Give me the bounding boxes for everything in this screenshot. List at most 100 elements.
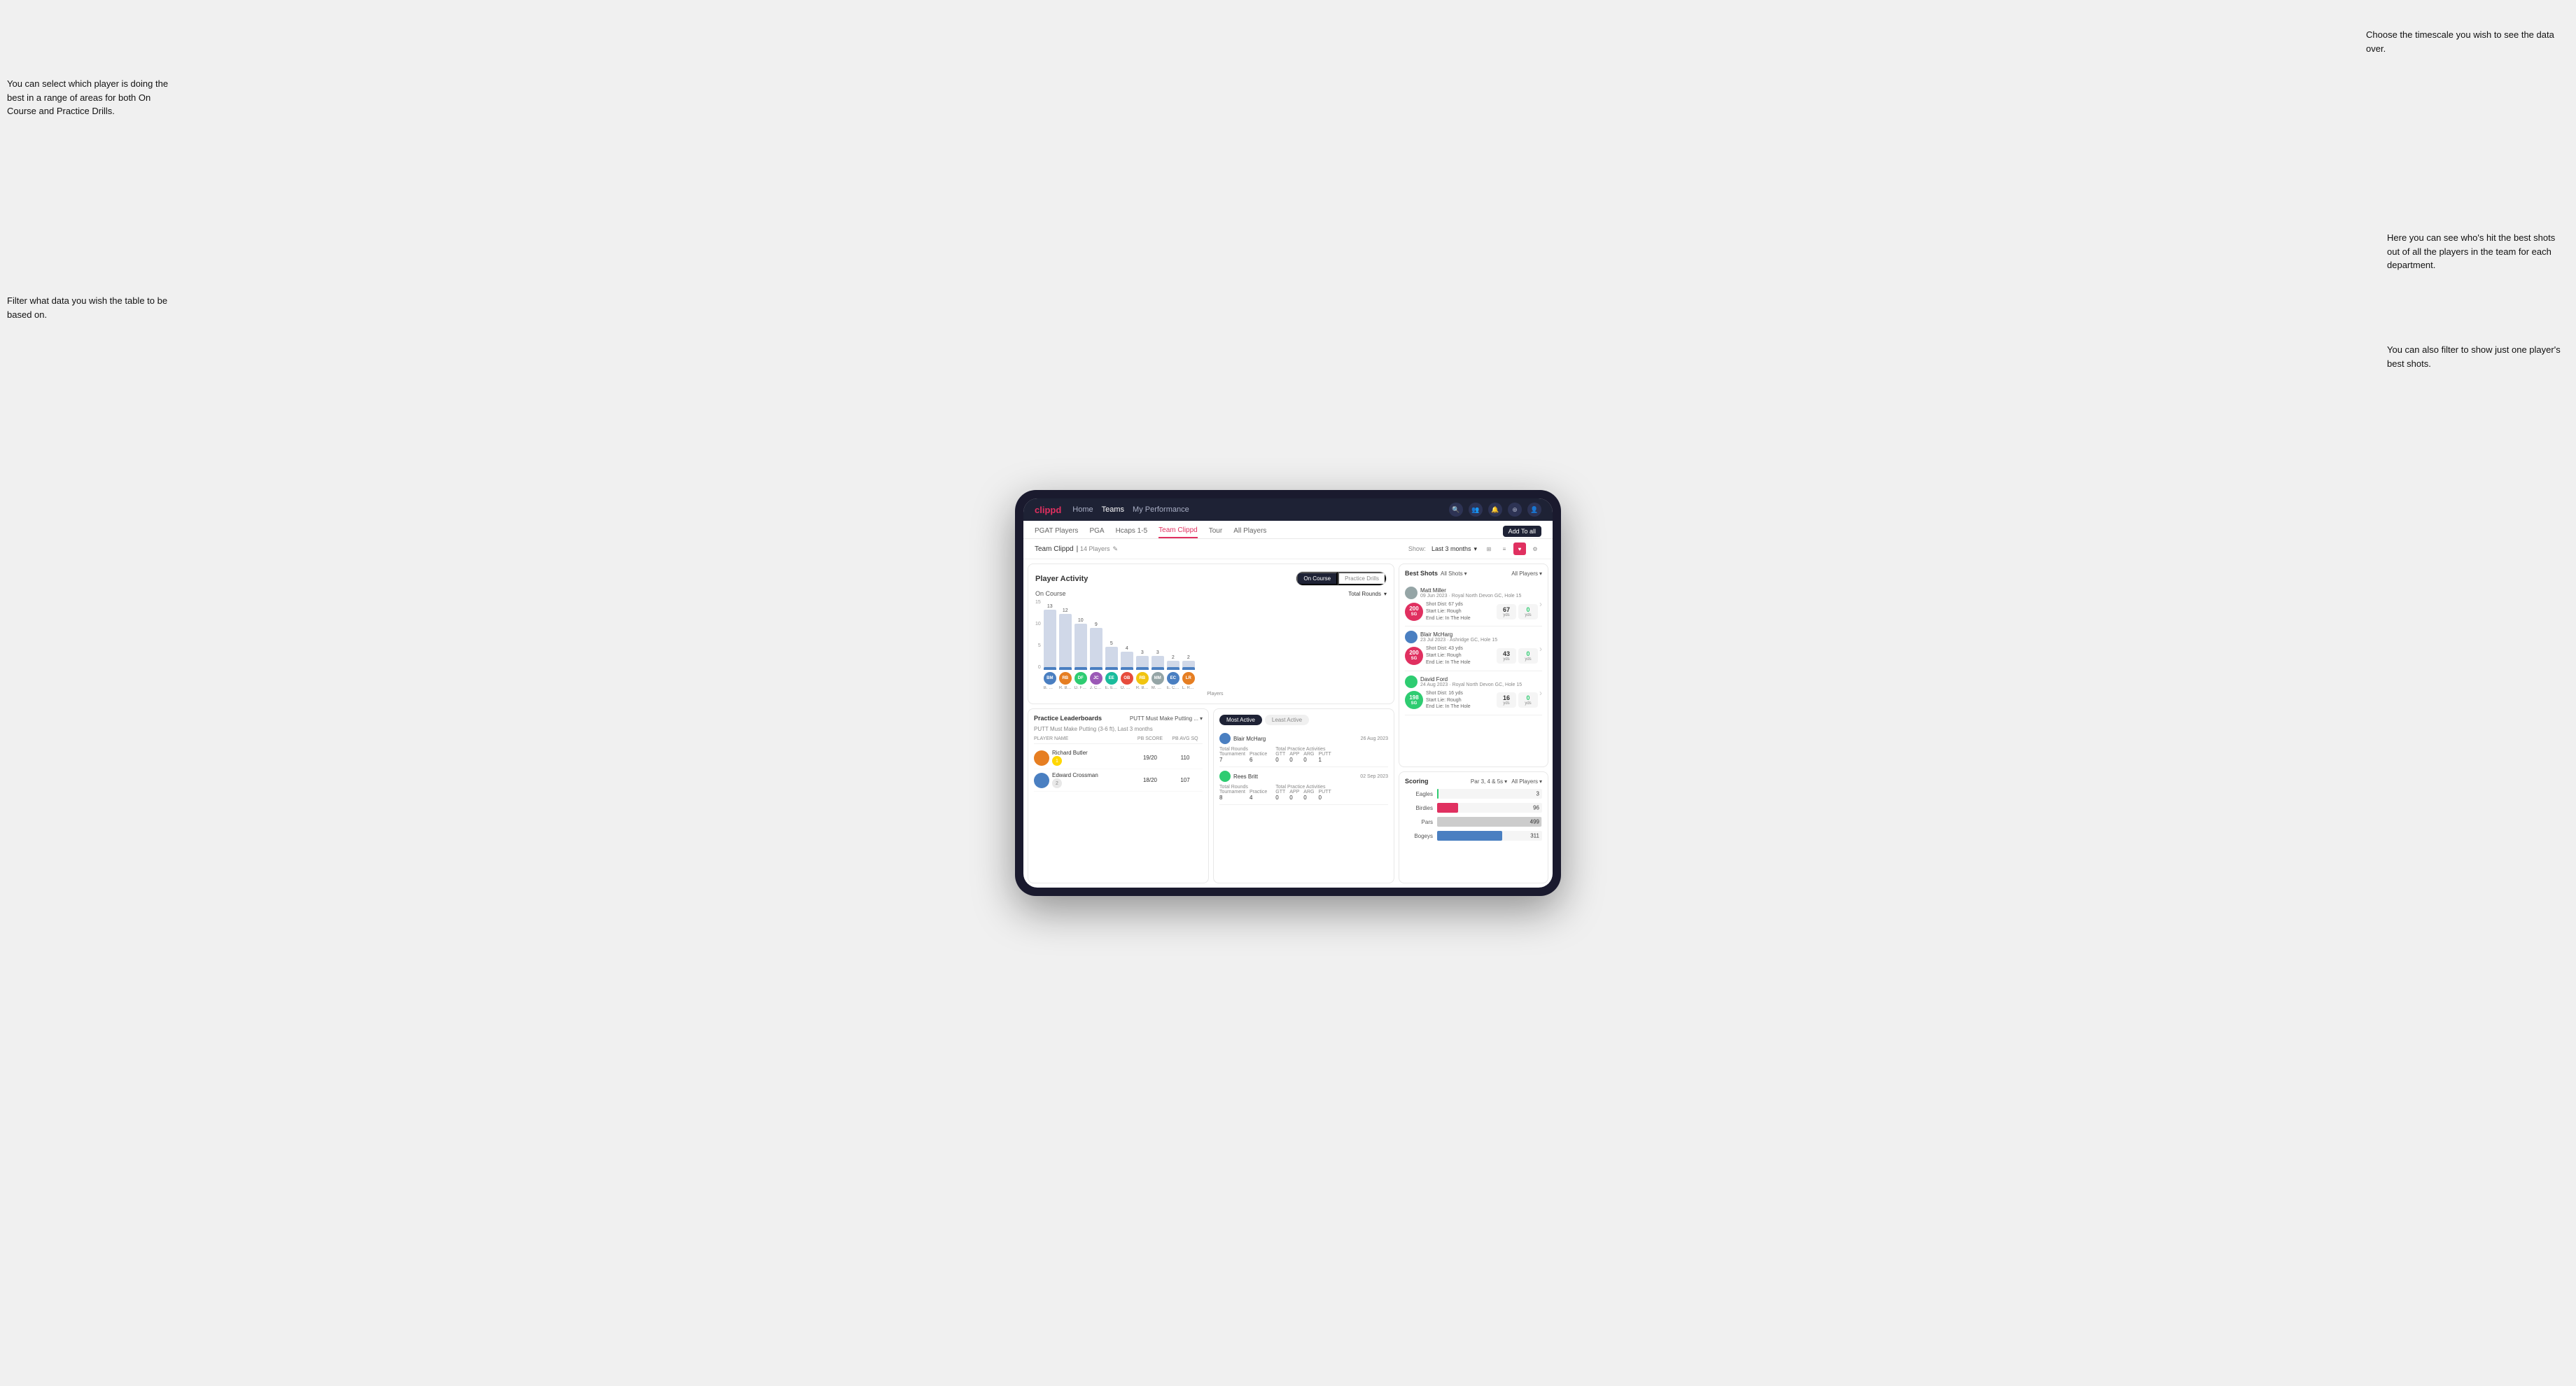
lb-avg-1: 107 bbox=[1168, 777, 1203, 783]
lb-row-1[interactable]: Edward Crossman 2 18/20 107 bbox=[1034, 769, 1203, 792]
avatar-eebert[interactable]: EE bbox=[1105, 672, 1118, 685]
shot-metric-val2-0: 0 bbox=[1526, 606, 1530, 613]
bar-4 bbox=[1105, 647, 1118, 670]
player-activity-card: Player Activity On Course Practice Drill… bbox=[1028, 564, 1394, 704]
best-shots-header: Best Shots All Shots ▾ All Players ▾ bbox=[1405, 570, 1542, 577]
avatar-rbutler[interactable]: RB bbox=[1136, 672, 1149, 685]
show-label: Show: bbox=[1408, 545, 1426, 552]
bar-6 bbox=[1136, 656, 1149, 670]
bar-8 bbox=[1167, 661, 1180, 670]
bar-name-1: R. Britt bbox=[1059, 686, 1072, 690]
add-to-all-button[interactable]: Add To all bbox=[1503, 526, 1541, 537]
team-player-count: | 14 Players bbox=[1077, 545, 1110, 553]
view-icon-group: ⊞ ≡ ♥ ⚙ bbox=[1483, 542, 1541, 555]
activity-item-1[interactable]: Rees Britt 02 Sep 2023 Total Rounds Tour bbox=[1219, 767, 1388, 805]
scoring-filter-1[interactable]: Par 3, 4 & 5s ▾ bbox=[1471, 778, 1507, 785]
nav-home[interactable]: Home bbox=[1072, 505, 1093, 514]
grid-view-icon[interactable]: ⊞ bbox=[1483, 542, 1495, 555]
activity-item-0[interactable]: Blair McHarg 26 Aug 2023 Total Rounds To bbox=[1219, 729, 1388, 767]
activity-avatar-1 bbox=[1219, 771, 1231, 782]
practice-drills-toggle[interactable]: Practice Drills bbox=[1338, 572, 1386, 585]
practice-panel-header: Practice Leaderboards PUTT Must Make Put… bbox=[1034, 715, 1203, 722]
show-dropdown[interactable]: Last 3 months ▾ bbox=[1432, 545, 1477, 553]
nav-myperformance[interactable]: My Performance bbox=[1133, 505, 1189, 514]
shot-end-0: End Lie: In The Hole bbox=[1426, 615, 1494, 622]
scoring-bar-fill-pars bbox=[1437, 817, 1541, 827]
users-icon[interactable]: 👥 bbox=[1469, 503, 1483, 517]
avatar-rbritt[interactable]: RB bbox=[1059, 672, 1072, 685]
filter-icon[interactable]: ⚙ bbox=[1529, 542, 1541, 555]
list-view-icon[interactable]: ≡ bbox=[1498, 542, 1511, 555]
subnav-pgat[interactable]: PGAT Players bbox=[1035, 524, 1078, 538]
player-activity-header: Player Activity On Course Practice Drill… bbox=[1035, 571, 1387, 586]
add-circle-icon[interactable]: ⊕ bbox=[1508, 503, 1522, 517]
card-view-icon[interactable]: ♥ bbox=[1513, 542, 1526, 555]
avatar-ecrossman[interactable]: EC bbox=[1167, 672, 1180, 685]
nav-teams[interactable]: Teams bbox=[1102, 505, 1124, 514]
bar-group-8: 2 bbox=[1167, 655, 1180, 670]
subnav-allplayers[interactable]: All Players bbox=[1233, 524, 1266, 538]
shot-metric-dist-2: 16 yds bbox=[1497, 692, 1516, 708]
scoring-title: Scoring bbox=[1405, 778, 1429, 785]
lb-row-0[interactable]: Richard Butler 1 19/20 110 bbox=[1034, 747, 1203, 769]
all-players-filter[interactable]: All Players ▾ bbox=[1511, 570, 1542, 577]
scoring-label-eagles: Eagles bbox=[1405, 791, 1433, 797]
bar-chart: 13 12 10 bbox=[1044, 600, 1387, 670]
stat-arg-0: 0 bbox=[1303, 757, 1314, 763]
subnav-hcaps[interactable]: Hcaps 1-5 bbox=[1116, 524, 1148, 538]
shot-info-0: Shot Dist: 67 yds Start Lie: Rough End L… bbox=[1426, 601, 1494, 622]
all-shots-filter[interactable]: All Shots ▾ bbox=[1441, 570, 1467, 577]
avatar-jcoles[interactable]: JC bbox=[1090, 672, 1102, 685]
shot-item-0[interactable]: Matt Miller 09 Jun 2023 · Royal North De… bbox=[1405, 582, 1542, 626]
subnav-teamclippd[interactable]: Team Clippd bbox=[1158, 524, 1198, 538]
best-shots-title-group: Best Shots All Shots ▾ bbox=[1405, 570, 1467, 577]
least-active-tab[interactable]: Least Active bbox=[1265, 715, 1309, 725]
scoring-row-pars: Pars 499 bbox=[1405, 817, 1542, 827]
y-axis-label-0: 0 bbox=[1035, 665, 1041, 670]
shot-item-1[interactable]: Blair McHarg 23 Jul 2023 · Ashridge GC, … bbox=[1405, 626, 1542, 671]
avatar-mmiller[interactable]: MM bbox=[1152, 672, 1164, 685]
stat-arg-1: 0 bbox=[1303, 794, 1314, 801]
subnav-pga[interactable]: PGA bbox=[1089, 524, 1104, 538]
shot-badge-2: 198 SG bbox=[1405, 691, 1423, 709]
subnav-tour[interactable]: Tour bbox=[1209, 524, 1222, 538]
shot-player-header-1: Blair McHarg 23 Jul 2023 · Ashridge GC, … bbox=[1405, 631, 1538, 643]
bottom-left-panels: Practice Leaderboards PUTT Must Make Put… bbox=[1023, 708, 1399, 888]
bell-icon[interactable]: 🔔 bbox=[1488, 503, 1502, 517]
avatar-lrobertson[interactable]: LR bbox=[1182, 672, 1195, 685]
left-panel: Player Activity On Course Practice Drill… bbox=[1023, 559, 1399, 888]
shot-start-0: Start Lie: Rough bbox=[1426, 608, 1494, 615]
bar-3 bbox=[1090, 628, 1102, 670]
annotation-player-filter: You can also filter to show just one pla… bbox=[2387, 343, 2569, 370]
avatar-obillingham[interactable]: OB bbox=[1121, 672, 1133, 685]
scoring-bar-fill-bogeys bbox=[1437, 831, 1502, 841]
bar-group-0: 13 bbox=[1044, 604, 1056, 670]
lb-rank-1: 2 bbox=[1052, 778, 1062, 788]
search-icon[interactable]: 🔍 bbox=[1449, 503, 1463, 517]
shot-item-2[interactable]: David Ford 24 Aug 2023 · Royal North Dev… bbox=[1405, 671, 1542, 715]
lb-name-1: Edward Crossman bbox=[1052, 772, 1098, 778]
scoring-filter-2[interactable]: All Players ▾ bbox=[1511, 778, 1542, 785]
shot-player-name-2: David Ford bbox=[1420, 676, 1522, 682]
lb-col-name: PLAYER NAME bbox=[1034, 736, 1133, 741]
avatar-bmcharg[interactable]: BM bbox=[1044, 672, 1056, 685]
scoring-bar-birdies: 96 bbox=[1437, 803, 1542, 813]
stat-group-rounds: Total Rounds Tournament 7 Practice bbox=[1219, 747, 1267, 763]
edit-icon[interactable]: ✎ bbox=[1113, 545, 1119, 553]
shot-player-meta-2: 24 Aug 2023 · Royal North Devon GC, Hole… bbox=[1420, 682, 1522, 687]
on-course-toggle[interactable]: On Course bbox=[1296, 572, 1338, 585]
practice-subtitle: PUTT Must Make Putting (3-6 ft), Last 3 … bbox=[1034, 726, 1203, 732]
avatar-icon[interactable]: 👤 bbox=[1527, 503, 1541, 517]
scoring-bar-pars: 499 bbox=[1437, 817, 1542, 827]
practice-filter-dropdown[interactable]: PUTT Must Make Putting ... ▾ bbox=[1130, 715, 1203, 722]
chart-filter-dropdown[interactable]: Total Rounds ▾ bbox=[1348, 591, 1387, 597]
player-avatars-row: BM RB DF JC EE OB RB MM EC LR bbox=[1044, 670, 1387, 685]
shot-metric-unit-0: yds bbox=[1503, 613, 1509, 617]
activity-toggle-group: On Course Practice Drills bbox=[1296, 571, 1387, 586]
avatar-dford[interactable]: DF bbox=[1074, 672, 1087, 685]
most-active-tab[interactable]: Most Active bbox=[1219, 715, 1262, 725]
stat-tournament-1: 8 bbox=[1219, 794, 1245, 801]
shot-info-1: Shot Dist: 43 yds Start Lie: Rough End L… bbox=[1426, 645, 1494, 666]
sub-navigation: PGAT Players PGA Hcaps 1-5 Team Clippd T… bbox=[1023, 521, 1553, 539]
bar-name-3: J. Coles bbox=[1090, 686, 1102, 690]
